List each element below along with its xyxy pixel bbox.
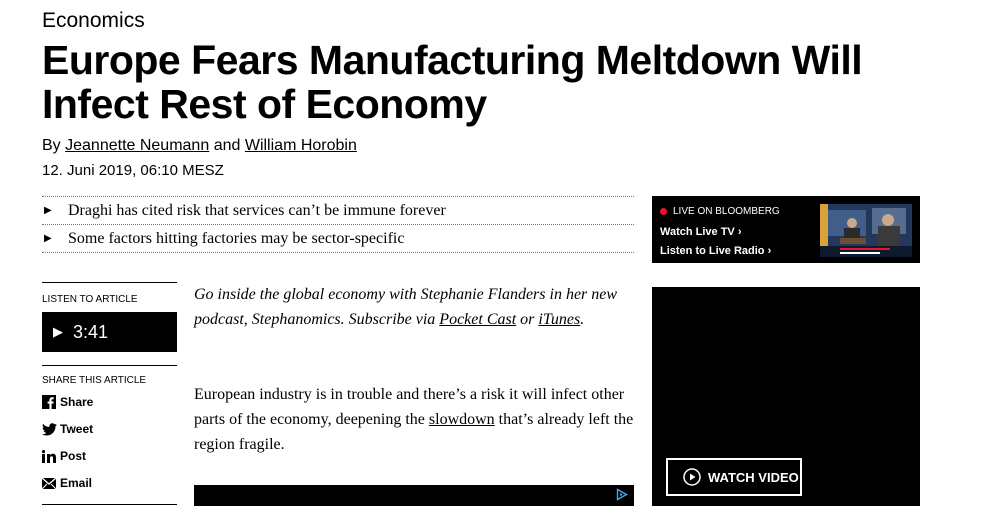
share-facebook-button[interactable]: Share (42, 392, 93, 412)
listen-live-radio-text: Listen to Live Radio (660, 245, 765, 257)
audio-duration: 3:41 (73, 321, 109, 342)
linkedin-icon (42, 449, 60, 463)
section-label[interactable]: Economics (42, 9, 145, 33)
share-linkedin-button[interactable]: Post (42, 446, 86, 466)
listen-label: LISTEN TO ARTICLE (42, 294, 138, 305)
live-tv-thumbnail[interactable] (820, 204, 912, 257)
watch-live-tv-link[interactable]: Watch Live TV › (660, 226, 742, 238)
podcast-promo: Go inside the global economy with Stepha… (194, 282, 634, 332)
promo-text: . (580, 311, 585, 328)
play-circle-icon (683, 468, 701, 486)
envelope-icon (42, 477, 60, 489)
listen-live-radio-link[interactable]: Listen to Live Radio › (660, 245, 771, 257)
live-label-text: LIVE ON BLOOMBERG (673, 206, 780, 217)
article-body-paragraph: European industry is in trouble and ther… (194, 382, 634, 457)
pocket-cast-link[interactable]: Pocket Cast (439, 311, 516, 328)
slowdown-link[interactable]: slowdown (429, 411, 495, 428)
key-point: ▶ Some factors hitting factories may be … (42, 225, 634, 253)
audio-play-button[interactable]: ▶ 3:41 (42, 312, 177, 352)
share-email-button[interactable]: Email (42, 473, 92, 493)
facebook-icon (42, 395, 60, 409)
share-label-text: Tweet (60, 422, 94, 436)
watch-video-label: WATCH VIDEO (708, 469, 799, 485)
chevron-right-icon: › (737, 226, 742, 238)
byline-by: By (42, 137, 61, 154)
headline: Europe Fears Manufacturing Meltdown Will… (42, 37, 863, 127)
bullet-triangle-icon: ▶ (44, 233, 52, 244)
advertisement-banner[interactable] (194, 485, 634, 506)
adchoices-icon[interactable] (616, 488, 628, 506)
watch-video-button[interactable]: WATCH VIDEO (666, 458, 802, 496)
bullet-triangle-icon: ▶ (44, 205, 52, 216)
chevron-right-icon: › (767, 245, 772, 257)
share-label-text: Post (60, 449, 87, 463)
key-point: ▶ Draghi has cited risk that services ca… (42, 197, 634, 225)
share-label-text: Email (60, 476, 93, 490)
key-point-text: Draghi has cited risk that services can’… (68, 201, 446, 219)
author-link-horobin[interactable]: William Horobin (245, 137, 357, 154)
video-player[interactable]: WATCH VIDEO (652, 287, 920, 506)
itunes-link[interactable]: iTunes (538, 311, 580, 328)
byline-and: and (213, 137, 241, 154)
live-on-bloomberg-panel: LIVE ON BLOOMBERG Watch Live TV › Listen… (652, 196, 920, 263)
share-label-text: Share (60, 395, 94, 409)
share-twitter-button[interactable]: Tweet (42, 419, 93, 439)
twitter-icon (42, 422, 60, 436)
key-points: ▶ Draghi has cited risk that services ca… (42, 196, 634, 253)
divider (42, 365, 177, 366)
promo-text: or (516, 311, 539, 328)
byline: By Jeannette Neumann and William Horobin (42, 137, 357, 155)
key-point-text: Some factors hitting factories may be se… (68, 229, 405, 247)
divider (42, 282, 177, 283)
author-link-neumann[interactable]: Jeannette Neumann (65, 137, 209, 154)
live-label: LIVE ON BLOOMBERG (660, 206, 780, 217)
share-label: SHARE THIS ARTICLE (42, 375, 147, 386)
publish-date: 12. Juni 2019, 06:10 MESZ (42, 162, 224, 179)
watch-live-tv-text: Watch Live TV (660, 226, 735, 238)
live-dot-icon (660, 208, 667, 215)
divider (42, 504, 177, 505)
play-icon: ▶ (53, 324, 63, 339)
